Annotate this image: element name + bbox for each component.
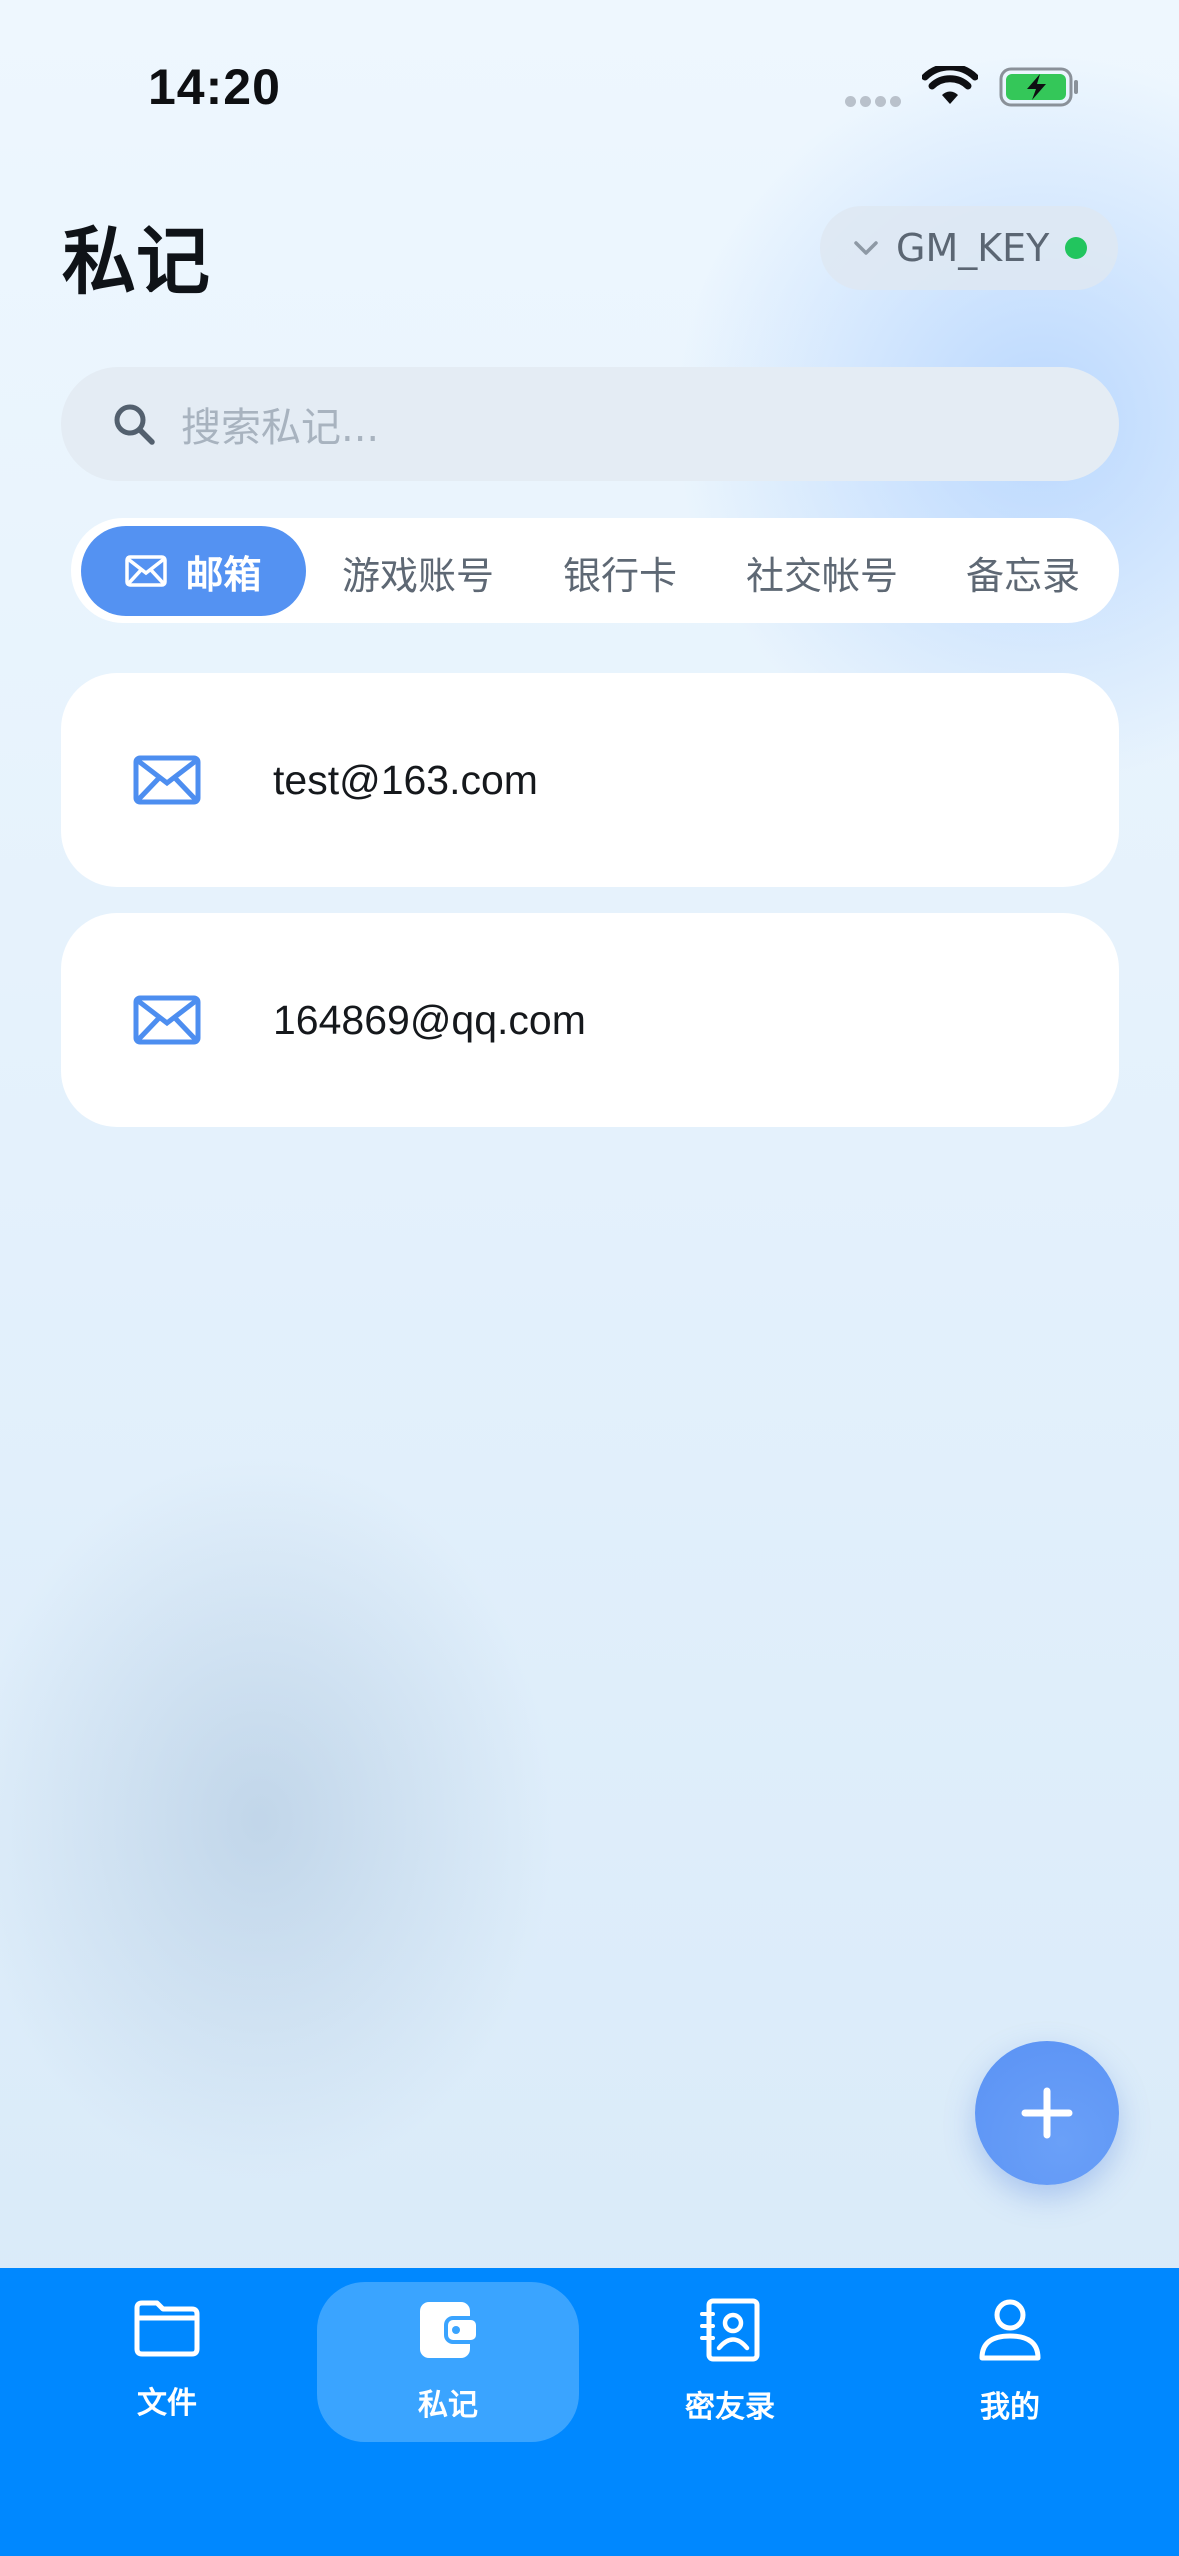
- nav-label-notes: 私记: [418, 2388, 478, 2423]
- tab-memos[interactable]: 备忘录: [966, 545, 1080, 600]
- tab-social-accounts[interactable]: 社交帐号: [746, 545, 898, 600]
- mail-icon: [133, 755, 201, 805]
- tab-mailbox[interactable]: 邮箱: [81, 526, 306, 616]
- status-time: 14:20: [148, 59, 281, 115]
- add-button[interactable]: [975, 2041, 1119, 2185]
- mail-icon: [133, 995, 201, 1045]
- search-icon: [114, 404, 155, 445]
- search-placeholder: 搜索私记...: [181, 405, 380, 451]
- folder-icon: [134, 2300, 200, 2357]
- user-icon: [979, 2299, 1041, 2361]
- chevron-down-icon: [854, 241, 878, 255]
- wifi-icon: [921, 63, 979, 113]
- mail-icon: [125, 555, 168, 587]
- tab-game-accounts[interactable]: 游戏账号: [342, 545, 494, 600]
- entry-title: test@163.com: [273, 756, 538, 803]
- battery-charging-icon: [998, 66, 1080, 113]
- key-selector-label: GM_KEY: [896, 226, 1050, 270]
- cellular-signal-icon: [845, 94, 905, 107]
- nav-item-contacts[interactable]: 密友录: [630, 2298, 830, 2426]
- nav-label-contacts: 密友录: [685, 2390, 775, 2425]
- nav-item-notes[interactable]: 私记: [348, 2298, 548, 2424]
- nav-item-files[interactable]: 文件: [67, 2298, 267, 2422]
- list-item[interactable]: test@163.com: [61, 673, 1119, 887]
- tab-bank-cards[interactable]: 银行卡: [563, 545, 677, 600]
- nav-item-profile[interactable]: 我的: [910, 2298, 1110, 2426]
- tab-mailbox-label: 邮箱: [185, 552, 262, 597]
- status-dot: [1065, 237, 1088, 259]
- plus-icon: [1021, 2087, 1073, 2139]
- page-title: 私记: [62, 219, 210, 305]
- contacts-book-icon: [700, 2298, 760, 2362]
- entry-title: 164869@qq.com: [273, 996, 586, 1043]
- wallet-icon: [420, 2302, 480, 2358]
- key-selector[interactable]: GM_KEY: [820, 206, 1118, 290]
- nav-label-files: 文件: [137, 2386, 197, 2421]
- search-input[interactable]: 搜索私记...: [61, 367, 1119, 481]
- list-item[interactable]: 164869@qq.com: [61, 913, 1119, 1127]
- nav-label-profile: 我的: [980, 2390, 1040, 2425]
